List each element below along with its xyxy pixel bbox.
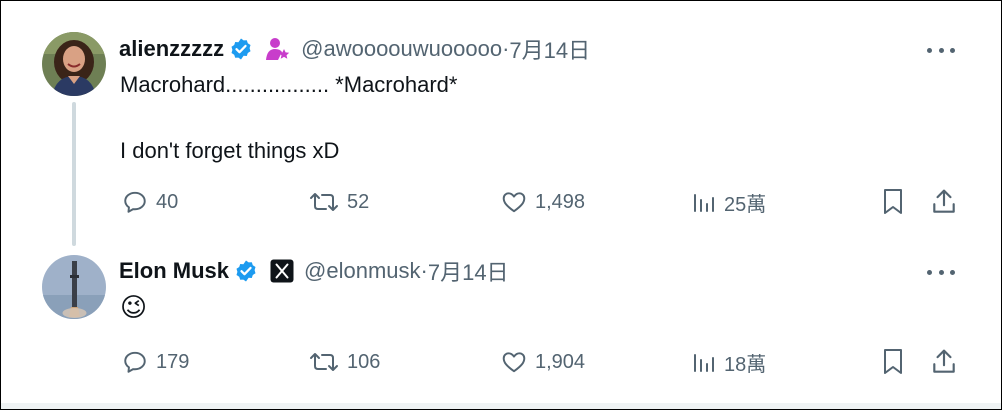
repost-icon <box>310 353 338 371</box>
views-bar-chart-icon <box>694 194 714 212</box>
bookmark-button[interactable] <box>881 185 905 219</box>
like-count: 1,498 <box>535 190 586 213</box>
repost-icon <box>310 193 338 211</box>
like-button[interactable]: 1,904 <box>501 345 585 379</box>
view-count: 18萬 <box>724 353 767 376</box>
bookmark-button[interactable] <box>881 345 905 379</box>
repost-count: 106 <box>347 350 381 373</box>
share-button[interactable] <box>931 185 957 219</box>
tweet-alienzzzzz[interactable]: alienzzzzz @awoooouwuooooo · 7月14日 Macro… <box>1 1 1001 251</box>
tweet-date[interactable]: 7月14日 <box>428 255 509 287</box>
x-logo-icon[interactable] <box>270 259 294 283</box>
reply-icon <box>124 351 146 373</box>
avatar[interactable] <box>42 32 106 96</box>
share-icon <box>933 349 955 373</box>
thread-connector-line <box>72 102 76 246</box>
like-button[interactable]: 1,498 <box>501 185 585 219</box>
display-name[interactable]: Elon Musk <box>119 258 229 284</box>
more-dots-icon[interactable] <box>927 262 955 282</box>
reply-count: 179 <box>156 350 190 373</box>
views-button[interactable]: 18萬 <box>692 345 766 379</box>
repost-button[interactable]: 106 <box>309 345 380 379</box>
more-dots-icon[interactable] <box>927 40 955 60</box>
heart-icon <box>502 352 526 373</box>
bookmark-icon <box>884 349 902 374</box>
tweet-text-line-1: Macrohard................. *Macrohard* <box>120 72 458 97</box>
heart-icon <box>502 192 526 213</box>
affiliate-person-star-icon[interactable] <box>265 36 291 62</box>
repost-button[interactable]: 52 <box>309 185 369 219</box>
views-bar-chart-icon <box>694 354 714 372</box>
action-bar: 179 106 1,904 18萬 <box>119 345 964 379</box>
reply-button[interactable]: 179 <box>122 345 189 379</box>
separator-dot: · <box>420 258 428 283</box>
share-icon <box>933 189 955 213</box>
share-button[interactable] <box>931 345 957 379</box>
tweet-header: alienzzzzz @awoooouwuooooo · 7月14日 <box>119 34 590 64</box>
tweet-date[interactable]: 7月14日 <box>509 33 590 65</box>
reply-icon <box>124 191 146 213</box>
bookmark-icon <box>884 189 902 214</box>
bottom-divider <box>1 403 1001 409</box>
verified-badge-icon[interactable] <box>229 37 253 61</box>
action-bar: 40 52 1,498 25萬 <box>119 185 964 219</box>
tweet-text-emoji: 😉 <box>120 293 148 323</box>
separator-dot: · <box>502 36 510 61</box>
tweet-thread-panel: alienzzzzz @awoooouwuooooo · 7月14日 Macro… <box>0 0 1002 410</box>
avatar[interactable] <box>42 255 106 319</box>
repost-count: 52 <box>347 190 370 213</box>
user-handle[interactable]: @awoooouwuooooo <box>301 36 502 62</box>
display-name[interactable]: alienzzzzz <box>119 36 224 62</box>
tweet-elon-musk[interactable]: Elon Musk @elonmusk · 7月14日 😉 179 106 1,… <box>1 251 1001 403</box>
tweet-text-line-2: I don't forget things xD <box>120 138 340 163</box>
like-count: 1,904 <box>535 350 586 373</box>
tweet-header: Elon Musk @elonmusk · 7月14日 <box>119 256 509 286</box>
reply-button[interactable]: 40 <box>122 185 178 219</box>
view-count: 25萬 <box>724 193 767 216</box>
user-handle[interactable]: @elonmusk <box>304 258 421 284</box>
verified-badge-icon[interactable] <box>234 259 258 283</box>
views-button[interactable]: 25萬 <box>692 185 766 219</box>
reply-count: 40 <box>156 190 179 213</box>
